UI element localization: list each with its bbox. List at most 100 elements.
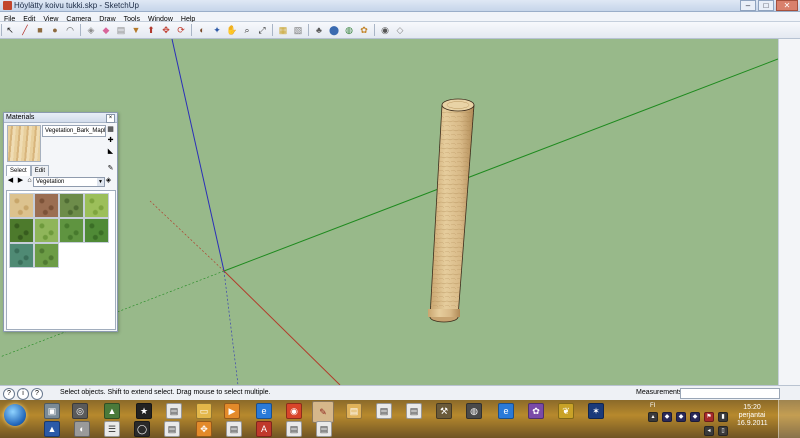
app-row2-9-icon[interactable]: ▤: [286, 421, 302, 437]
swatch-hedge[interactable]: [59, 218, 84, 243]
extension-tool-icon[interactable]: ✿: [358, 24, 370, 36]
tool-app-icon[interactable]: ⚒: [436, 403, 452, 419]
app-row2-5-icon[interactable]: ▤: [164, 421, 180, 437]
tray-app2-icon[interactable]: ◆: [676, 412, 686, 422]
network-tray-icon[interactable]: ▮: [718, 412, 728, 422]
red-axis: [223, 270, 341, 385]
window-title: Höylätty koivu tukki.skp - SketchUp: [14, 1, 139, 10]
media-player-icon[interactable]: ▶: [224, 403, 240, 419]
default-material-icon[interactable]: ▦: [106, 125, 115, 134]
app-row2-2-icon[interactable]: ◐: [74, 421, 90, 437]
help-icon[interactable]: ?: [31, 388, 43, 400]
document-app-icon[interactable]: ▤: [166, 403, 182, 419]
swatch-shrub-blue[interactable]: [9, 243, 34, 268]
chrome-icon[interactable]: ◉: [286, 403, 302, 419]
camera-app-icon[interactable]: ◎: [72, 403, 88, 419]
orbit-tool-icon[interactable]: ✦: [211, 24, 223, 36]
tab-edit[interactable]: Edit: [30, 165, 50, 176]
tab-select[interactable]: Select: [6, 165, 31, 176]
zoom-extents-icon[interactable]: ⤢: [256, 24, 268, 36]
swatch-bark-maple[interactable]: [9, 193, 34, 218]
display-secondary-icon[interactable]: ◣: [106, 147, 115, 156]
measurements-input[interactable]: [680, 388, 780, 399]
forward-arrow-icon[interactable]: ▶: [16, 176, 25, 186]
circle-tool-icon[interactable]: ●: [49, 24, 61, 36]
app-row2-10-icon[interactable]: ▤: [316, 421, 332, 437]
create-material-icon[interactable]: ✚: [106, 136, 115, 145]
select-tool-icon[interactable]: ↖: [4, 24, 16, 36]
credits-icon[interactable]: i: [17, 388, 29, 400]
document3-app-icon[interactable]: ▤: [406, 403, 422, 419]
sample-paint-icon[interactable]: ✎: [106, 164, 115, 173]
notes-app-icon[interactable]: ▤: [346, 403, 362, 419]
acrobat-icon[interactable]: A: [256, 421, 272, 437]
language-indicator[interactable]: FI: [650, 403, 655, 409]
swatch-moss[interactable]: [34, 243, 59, 268]
volume-icon[interactable]: ◂: [704, 426, 714, 436]
sketchup-taskbar-icon[interactable]: ✎: [312, 401, 334, 423]
library-select[interactable]: Vegetation ▼: [33, 177, 105, 187]
offset-tool-icon[interactable]: ◐: [196, 24, 208, 36]
paint-app-icon[interactable]: ✿: [528, 403, 544, 419]
battery-icon[interactable]: ▯: [718, 426, 728, 436]
maximize-button[interactable]: □: [758, 0, 774, 11]
material-name-field[interactable]: Vegetation_Bark_Maple: [42, 125, 106, 137]
make-component-icon[interactable]: ◈: [85, 24, 97, 36]
pan-tool-icon[interactable]: ✋: [226, 24, 238, 36]
materials-close-icon[interactable]: ×: [106, 114, 115, 123]
back-arrow-icon[interactable]: ◀: [6, 176, 15, 186]
app-row2-1-icon[interactable]: ▲: [44, 421, 60, 437]
folder-app-icon[interactable]: ▭: [196, 403, 212, 419]
globe-app-icon[interactable]: ◍: [466, 403, 482, 419]
app-row2-6-icon[interactable]: ✥: [196, 421, 212, 437]
app-row2-4-icon[interactable]: ◯: [134, 421, 150, 437]
push-pull-icon[interactable]: ⬆: [145, 24, 157, 36]
app-row2-3-icon[interactable]: ☰: [104, 421, 120, 437]
close-button[interactable]: ✕: [776, 0, 798, 11]
arc-tool-icon[interactable]: ◠: [64, 24, 76, 36]
google-earth-icon[interactable]: ◍: [343, 24, 355, 36]
toolbar-separator: [80, 24, 81, 36]
photo-texture-icon[interactable]: ◉: [379, 24, 391, 36]
tray-arrow-icon[interactable]: ▴: [648, 412, 658, 422]
internet-explorer2-icon[interactable]: e: [498, 403, 514, 419]
minimize-button[interactable]: –: [740, 0, 756, 11]
geo-location-icon[interactable]: ?: [3, 388, 15, 400]
swatch-leaves-dark[interactable]: [9, 218, 34, 243]
swatch-ivy[interactable]: [84, 218, 109, 243]
components-icon[interactable]: ♣: [313, 24, 325, 36]
move-tool-icon[interactable]: ✥: [160, 24, 172, 36]
materials-icon[interactable]: ⬤: [328, 24, 340, 36]
paint-bucket-icon[interactable]: ▼: [130, 24, 142, 36]
swatch-bark-rough[interactable]: [34, 193, 59, 218]
share-model-icon[interactable]: ▧: [292, 24, 304, 36]
network-icon[interactable]: ▣: [44, 403, 60, 419]
layout-icon[interactable]: ◇: [394, 24, 406, 36]
eraser-tool-icon[interactable]: ◆: [100, 24, 112, 36]
document2-app-icon[interactable]: ▤: [376, 403, 392, 419]
start-button[interactable]: [4, 404, 26, 426]
internet-explorer-icon[interactable]: e: [256, 403, 272, 419]
system-clock[interactable]: 15:20 perjantai 16.9.2011: [737, 404, 768, 428]
zoom-tool-icon[interactable]: ⌕: [241, 24, 253, 36]
tray-app1-icon[interactable]: ◆: [662, 412, 672, 422]
toolbar-separator: [1, 24, 2, 36]
star-app-icon[interactable]: ★: [136, 403, 152, 419]
show-desktop-button[interactable]: [778, 400, 800, 438]
line-tool-icon[interactable]: ╱: [19, 24, 31, 36]
get-models-icon[interactable]: ▦: [277, 24, 289, 36]
flag-app-icon[interactable]: ✶: [588, 403, 604, 419]
swatch-groundcover[interactable]: [59, 193, 84, 218]
swatch-leaves-light[interactable]: [34, 218, 59, 243]
leaf-app-icon[interactable]: ❦: [558, 403, 574, 419]
app-row2-7-icon[interactable]: ▤: [226, 421, 242, 437]
tape-measure-icon[interactable]: ▤: [115, 24, 127, 36]
tray-flag-icon[interactable]: ⚑: [704, 412, 714, 422]
birch-log-model[interactable]: [428, 98, 475, 323]
tray-app3-icon[interactable]: ◆: [690, 412, 700, 422]
game-app-icon[interactable]: ▲: [104, 403, 120, 419]
swatch-grass-light[interactable]: [84, 193, 109, 218]
details-icon[interactable]: ◈: [104, 176, 113, 186]
rectangle-tool-icon[interactable]: ■: [34, 24, 46, 36]
rotate-tool-icon[interactable]: ⟳: [175, 24, 187, 36]
